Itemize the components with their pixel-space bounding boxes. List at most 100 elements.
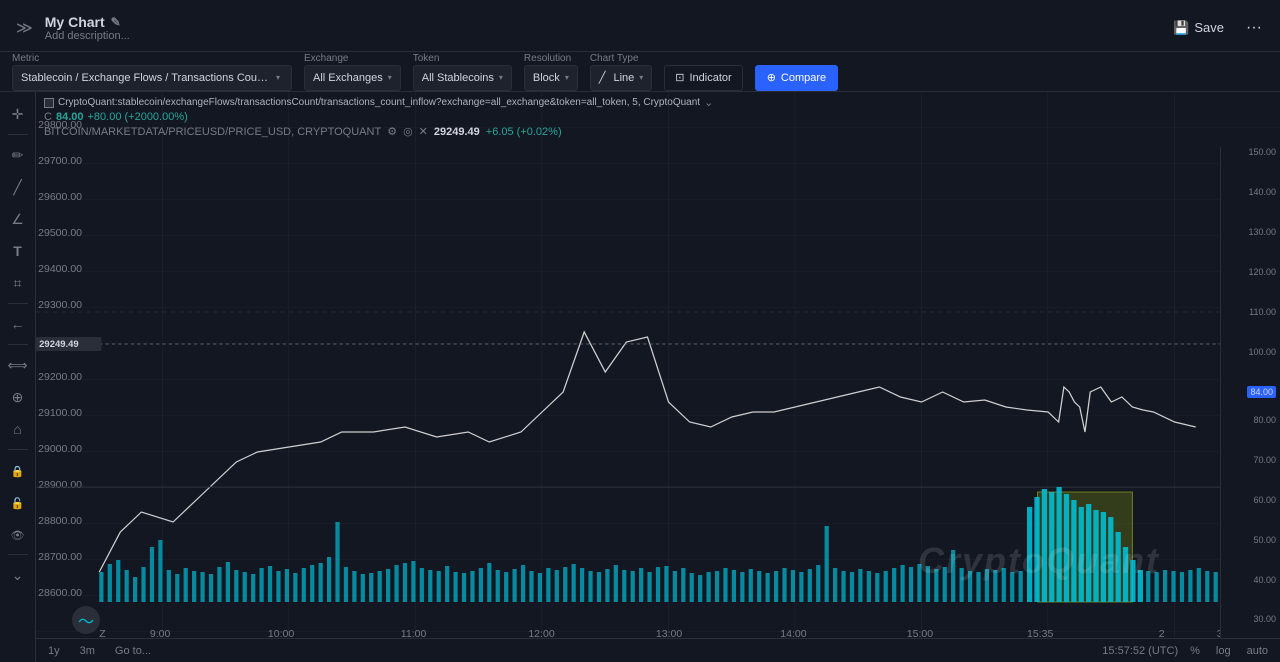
home-tool[interactable] (4, 415, 32, 443)
status-bar: 1y 3m Go to... 15:57:52 (UTC) % log auto (36, 638, 1280, 662)
price-value: 29249.49 (434, 126, 480, 138)
y-label-130: 130.00 (1248, 227, 1276, 237)
y-label-150: 150.00 (1248, 147, 1276, 157)
chart-description[interactable]: Add description... (45, 30, 130, 42)
eye-icon-2[interactable]: ◎ (403, 125, 413, 138)
text-tool[interactable] (4, 237, 32, 265)
token-chevron: ▾ (499, 73, 503, 82)
indicator-label-spacer (664, 53, 742, 64)
zoom-tool[interactable] (4, 383, 32, 411)
back-icon (11, 316, 25, 332)
svg-text:29000.00: 29000.00 (38, 444, 82, 455)
save-button[interactable]: Save (1165, 16, 1232, 40)
y-label-70: 70.00 (1253, 455, 1276, 465)
chart-svg: 29800.00 29700.00 29600.00 29500.00 2940… (36, 92, 1280, 662)
compare-button[interactable]: ⊕ Compare (755, 65, 838, 91)
resolution-group: Resolution Block ▾ (524, 53, 578, 91)
metric-label: Metric (12, 53, 292, 64)
indicator-title-text: CryptoQuant:stablecoin/exchangeFlows/tra… (58, 97, 700, 108)
timeframe-3m[interactable]: 3m (76, 644, 99, 658)
chevdown-tool[interactable] (4, 561, 32, 589)
token-group: Token All Stablecoins ▾ (413, 53, 512, 91)
pencil-tool[interactable] (4, 141, 32, 169)
svg-text:29300.00: 29300.00 (38, 300, 82, 311)
charttype-dropdown[interactable]: ╱ Line ▾ (590, 65, 652, 91)
y-label-30: 30.00 (1253, 614, 1276, 624)
indicator-info-row: CryptoQuant:stablecoin/exchangeFlows/tra… (44, 96, 1220, 109)
exchange-value: All Exchanges (313, 72, 383, 84)
left-toolbar (0, 92, 36, 662)
y-label-84-badge: 84.00 (1247, 386, 1276, 398)
y-axis-secondary: 150.00 140.00 130.00 120.00 110.00 100.0… (1220, 147, 1280, 662)
trendline-tool[interactable] (4, 173, 32, 201)
close-row: C 84.00 +80.00 (+2000.00%) (44, 111, 1220, 123)
unlock-tool[interactable] (4, 488, 32, 516)
eye-tool[interactable] (4, 520, 32, 548)
svg-text:29200.00: 29200.00 (38, 372, 82, 383)
crosshair-tool[interactable] (4, 100, 32, 128)
token-value: All Stablecoins (422, 72, 494, 84)
indicator-square (44, 98, 54, 108)
percent-button[interactable]: % (1186, 644, 1204, 658)
patterns-tool[interactable] (4, 269, 32, 297)
svg-text:29400.00: 29400.00 (38, 264, 82, 275)
collapse-button[interactable]: ≫ (12, 16, 37, 40)
close-change: +80.00 (+2000.00%) (87, 111, 187, 123)
toolbar: Metric Stablecoin / Exchange Flows / Tra… (0, 52, 1280, 92)
charttype-chevron: ▾ (639, 73, 643, 82)
svg-text:29249.49: 29249.49 (39, 339, 79, 349)
indicator-group: ⊡ Indicator (664, 53, 742, 91)
svg-text:29500.00: 29500.00 (38, 228, 82, 239)
metric-value: Stablecoin / Exchange Flows / Transactio… (21, 72, 271, 84)
save-label: Save (1194, 20, 1224, 35)
svg-text:29600.00: 29600.00 (38, 192, 82, 203)
auto-button[interactable]: auto (1243, 644, 1272, 658)
exchange-label: Exchange (304, 53, 401, 64)
svg-text:28900.00: 28900.00 (38, 480, 82, 491)
line-chart-icon: ╱ (599, 71, 606, 84)
more-button[interactable]: ··· (1240, 15, 1268, 41)
price-change: +6.05 (+0.02%) (486, 126, 562, 138)
pencil-icon (12, 147, 24, 164)
goto-button[interactable]: Go to... (111, 644, 155, 658)
unlock-icon (11, 494, 25, 510)
indicator-icon: ⊡ (675, 71, 684, 84)
measure-icon (7, 357, 27, 374)
save-icon (1173, 20, 1189, 36)
y-label-120: 120.00 (1248, 267, 1276, 277)
charttype-label: Chart Type (590, 53, 652, 64)
exchange-chevron: ▾ (388, 73, 392, 82)
main-layout: CryptoQuant:stablecoin/exchangeFlows/tra… (0, 92, 1280, 662)
tool-separator-2 (8, 303, 28, 304)
indicator-expand-icon[interactable]: ⌄ (704, 96, 713, 109)
close-icon[interactable]: ✕ (419, 125, 428, 138)
top-bar: ≫ My Chart ✎ Add description... Save ··· (0, 0, 1280, 52)
chart-area[interactable]: CryptoQuant:stablecoin/exchangeFlows/tra… (36, 92, 1280, 662)
lock-icon (11, 462, 25, 478)
top-bar-left: ≫ My Chart ✎ Add description... (12, 14, 130, 42)
timeframe-1y[interactable]: 1y (44, 644, 64, 658)
settings-icon[interactable]: ⚙ (387, 125, 397, 138)
home-icon (13, 421, 21, 437)
svg-text:29700.00: 29700.00 (38, 156, 82, 167)
resolution-value: Block (533, 72, 560, 84)
exchange-dropdown[interactable]: All Exchanges ▾ (304, 65, 401, 91)
y-label-50: 50.00 (1253, 535, 1276, 545)
y-label-80: 80.00 (1253, 415, 1276, 425)
indicator-button[interactable]: ⊡ Indicator (664, 65, 742, 91)
token-dropdown[interactable]: All Stablecoins ▾ (413, 65, 512, 91)
measure-tool[interactable] (4, 351, 32, 379)
angle-tool[interactable] (4, 205, 32, 233)
price-info-row: BITCOIN/MARKETDATA/PRICEUSD/PRICE_USD, C… (44, 125, 1220, 138)
metric-chevron: ▾ (276, 73, 280, 82)
back-tool[interactable] (4, 310, 32, 338)
scroll-arrow[interactable]: 〜 (72, 606, 100, 634)
timestamp-label: 15:57:52 (UTC) (1102, 645, 1178, 657)
metric-dropdown[interactable]: Stablecoin / Exchange Flows / Transactio… (12, 65, 292, 91)
edit-icon[interactable]: ✎ (111, 15, 121, 29)
text-icon (13, 243, 22, 259)
resolution-dropdown[interactable]: Block ▾ (524, 65, 578, 91)
log-button[interactable]: log (1212, 644, 1235, 658)
price-source-label[interactable]: BITCOIN/MARKETDATA/PRICEUSD/PRICE_USD, C… (44, 126, 381, 138)
lock-tool[interactable] (4, 456, 32, 484)
